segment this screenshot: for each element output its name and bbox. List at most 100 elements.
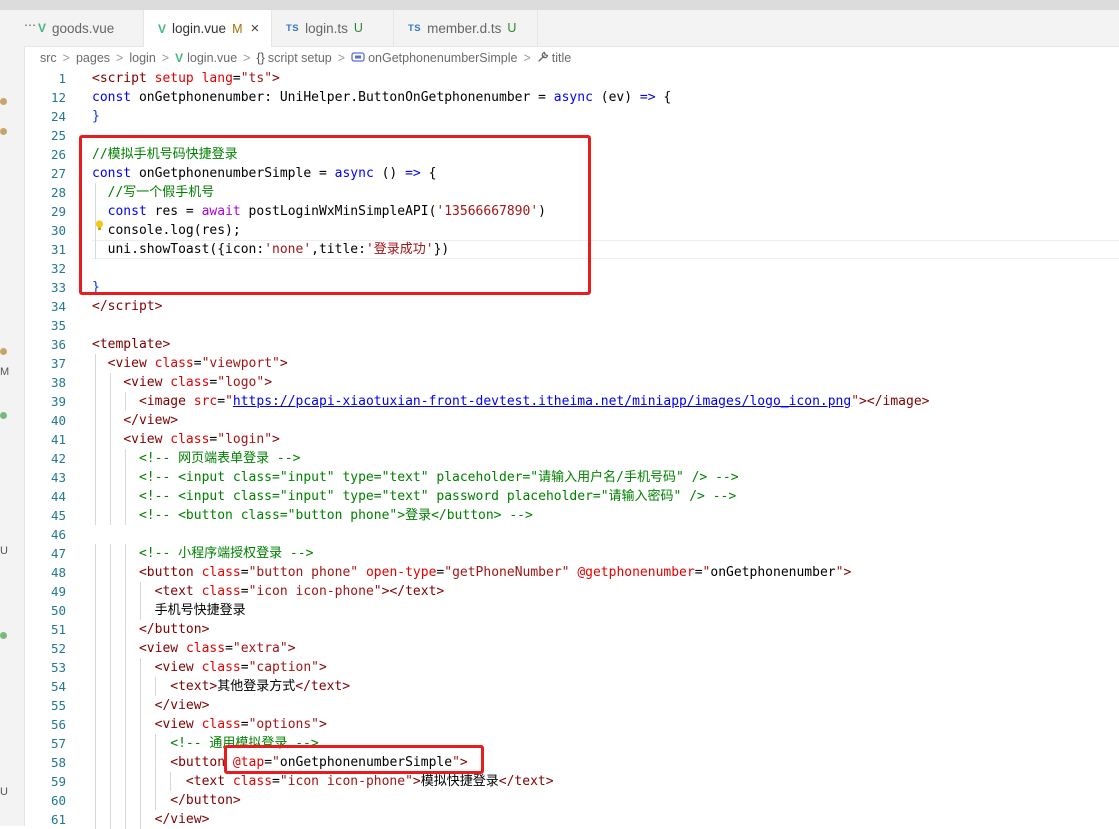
code-line[interactable]: 40 </view> [24,411,1119,430]
code-line[interactable]: 54 <text>其他登录方式</text> [24,677,1119,696]
git-status-letter: M [0,366,10,378]
code-line[interactable]: 45 <!-- <button class="button phone">登录<… [24,506,1119,525]
code-token: "extra" [232,641,288,656]
code-token: > [843,565,852,580]
tab-member-d-ts[interactable]: TS member.d.ts U [394,10,538,46]
untracked-badge: U [507,21,517,35]
code-token: "getPhoneNumber" [444,565,570,580]
tab-goods-vue[interactable]: V goods.vue [24,10,144,46]
chevron-right-icon: > [243,51,251,65]
code-token: </button> [138,622,210,637]
code-line[interactable]: 41 <view class="login"> [24,430,1119,449]
code-line[interactable]: 43 <!-- <input class="input" type="text"… [24,468,1119,487]
code-line[interactable]: 52 <view class="extra"> [24,639,1119,658]
line-number: 25 [50,128,66,143]
code-token: setup [154,71,194,86]
code-token: <view [107,356,147,371]
line-number: 55 [50,698,66,713]
line-number: 42 [50,451,66,466]
code-line[interactable]: 24} [24,107,1119,126]
breadcrumb-item-function[interactable]: onGetphonenumberSimple [368,51,517,65]
code-line[interactable]: 47 <!-- 小程序端授权登录 --> [24,544,1119,563]
code-line[interactable]: 12 const onGetphonenumber: UniHelper.Butt… [24,88,1119,107]
code-line[interactable]: 59 <text class="icon icon-phone">模拟快捷登录<… [24,772,1119,791]
code-line[interactable]: 57 <!-- 通用模拟登录 --> [24,734,1119,753]
code-line[interactable]: 55 </view> [24,696,1119,715]
line-number: 38 [50,375,66,390]
code-line[interactable]: 39 <image src="https://pcapi-xiaotuxian-… [24,392,1119,411]
editor-tab-bar: ⋯ V goods.vue V login.vue M × TS login.t… [24,10,1119,47]
code-text: <!-- <input class="input" type="text" pa… [92,487,736,506]
breadcrumb-item-login[interactable]: login [129,51,155,65]
line-number: 56 [50,717,66,732]
breadcrumb-item-src[interactable]: src [40,51,57,65]
code-token: https://pcapi-xiaotuxian-front-devtest.i… [232,394,852,409]
code-line[interactable]: 61 </view> [24,810,1119,829]
code-token: 模拟快捷登录 [420,774,499,789]
code-token: </view> [154,812,210,827]
code-token: script [107,299,155,314]
code-line[interactable]: 49 <text class="icon icon-phone"></text> [24,582,1119,601]
code-text: </button> [92,791,241,810]
code-token: > [154,299,163,314]
breadcrumb-item-script-setup[interactable]: script setup [268,51,332,65]
code-token: > [264,375,273,390]
line-number: 27 [50,166,66,181]
variable-icon [351,51,365,65]
code-token: = [225,641,233,656]
code-line[interactable]: 53 <view class="caption"> [24,658,1119,677]
code-token: 其他登录方式 [217,679,296,694]
code-line[interactable]: 51 </button> [24,620,1119,639]
code-line[interactable]: 60 </button> [24,791,1119,810]
code-line[interactable]: 50 手机号快捷登录 [24,601,1119,620]
code-line[interactable]: 44 <!-- <input class="input" type="text"… [24,487,1119,506]
line-number: 52 [50,641,66,656]
breadcrumb-item-login-vue[interactable]: login.vue [187,51,237,65]
code-text: <!-- <button class="button phone">登录</bu… [92,506,533,525]
breadcrumb-item-pages[interactable]: pages [76,51,110,65]
code-line[interactable]: 35 [24,316,1119,335]
braces-icon: {} [256,51,265,65]
code-line[interactable]: 46 [24,525,1119,544]
code-line[interactable]: 36 <template> [24,335,1119,354]
code-token: = [193,356,202,371]
code-token: <text [154,584,194,599]
code-text: </view> [92,810,210,829]
chevron-right-icon: > [62,51,70,65]
code-token: class [232,774,273,789]
code-line[interactable]: 34 </script> [24,297,1119,316]
code-token: async [553,90,593,105]
git-decoration-dot [0,98,7,105]
git-decoration-dot [0,348,7,355]
code-token: </button> [170,793,241,808]
code-token: </ [92,299,108,314]
line-number: 51 [50,622,66,637]
line-number: 24 [50,109,66,124]
code-token: > [272,71,280,86]
code-line[interactable]: 1 <script setup lang="ts"> [24,69,1119,88]
code-line[interactable]: 38 <view class="logo"> [24,373,1119,392]
code-text: <view class="viewport"> [92,354,288,373]
code-line[interactable]: 48 <button class="button phone" open-typ… [24,563,1119,582]
code-text: 手机号快捷登录 [92,601,246,620]
code-text: <view class="options"> [92,715,327,734]
breadcrumb-item-title[interactable]: title [552,51,571,65]
code-token: = [694,565,703,580]
line-number: 44 [50,489,66,504]
close-icon[interactable]: × [250,20,259,37]
code-line[interactable]: 42 <!-- 网页端表单登录 --> [24,449,1119,468]
line-number: 35 [50,318,66,333]
highlight-box-function [79,135,591,295]
tab-login-ts[interactable]: TS login.ts U [272,10,394,46]
code-line[interactable]: 58 <button @tap="onGetphonenumberSimple"… [24,753,1119,772]
code-line[interactable]: 37 <view class="viewport"> [24,354,1119,373]
code-line[interactable]: 56 <view class="options"> [24,715,1119,734]
chevron-right-icon: > [161,51,170,65]
tab-login-vue[interactable]: V login.vue M × [144,10,272,47]
code-token: </view> [123,413,179,428]
lightbulb-icon[interactable] [95,220,104,231]
code-text: <!-- <input class="input" type="text" pl… [92,468,739,487]
code-token: > [279,356,288,371]
